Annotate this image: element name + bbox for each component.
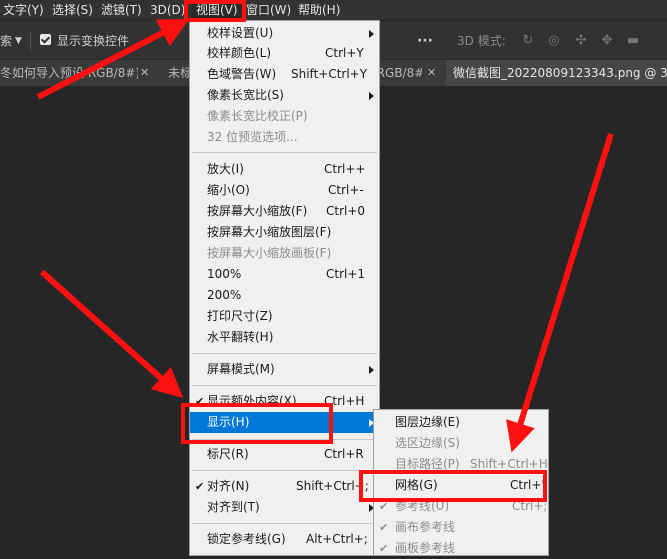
arrow-to-show-item	[40, 269, 184, 398]
arrow-to-grid-item	[506, 133, 614, 453]
annotation-arrows	[36, 19, 614, 453]
arrow-to-view-menu	[36, 19, 190, 100]
